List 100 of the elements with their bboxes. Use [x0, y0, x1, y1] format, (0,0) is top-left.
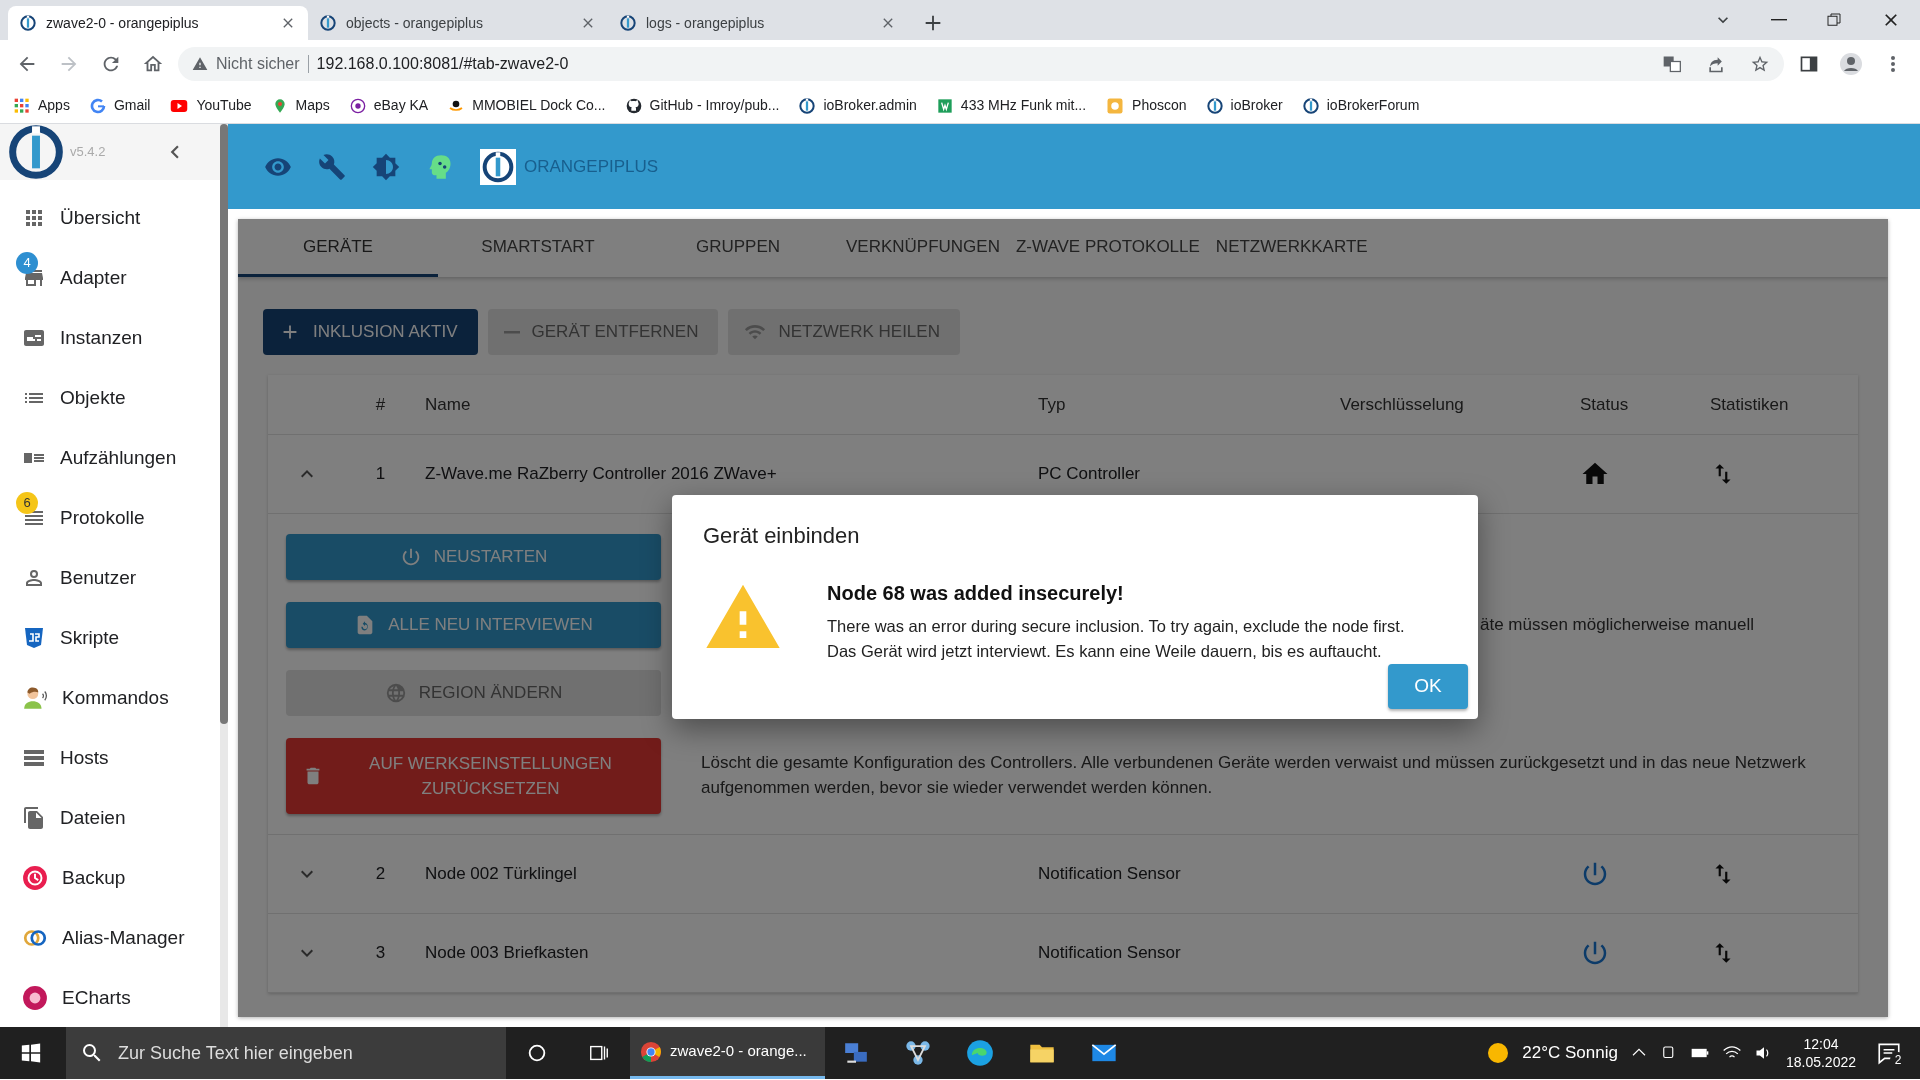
toolbar-button[interactable]: INKLUSION AKTIV [263, 309, 478, 355]
bookmark[interactable]: MMOBIEL Dock Co... [448, 95, 606, 116]
clock-time: 12:04 [1803, 1034, 1839, 1053]
restore-icon [1825, 11, 1843, 29]
windows-icon [21, 1043, 41, 1063]
sidebar-item[interactable]: 4 Adapter [0, 248, 220, 308]
translate-icon [1662, 54, 1682, 74]
person-figure-icon [22, 685, 48, 711]
table-cell-text: Node 003 Briefkasten [424, 942, 590, 965]
sidebar-item[interactable]: Backup [0, 848, 220, 908]
profile-icon [1839, 52, 1863, 76]
address-bar[interactable]: Nicht sicher 192.168.0.100:8081/#tab-zwave2-0 [178, 47, 1784, 81]
column-header: Status [1579, 393, 1630, 416]
logo-icon [320, 15, 336, 31]
table-cell-text: Notification Sensor [1037, 942, 1182, 965]
circle-icon [349, 97, 366, 114]
colored-arc-icon [89, 97, 106, 114]
tab[interactable]: GRUPPEN [638, 219, 838, 277]
sidebar-item[interactable]: Aufzählungen [0, 428, 220, 488]
dialog-heading: Node 68 was added insecurely! [827, 581, 1125, 606]
column-header: Verschlüsselung [1339, 393, 1465, 416]
browser-tab[interactable]: objects - orangepiplus [308, 6, 608, 40]
apps-grid-icon [14, 97, 30, 114]
sidebar-item[interactable]: Skripte [0, 608, 220, 668]
table-cell-text: PC Controller [1037, 463, 1142, 486]
wrench-icon [318, 152, 346, 181]
tab[interactable]: Z-WAVE PROTOKOLLE [1007, 219, 1208, 277]
browser-tab[interactable]: zwave2-0 - orangepiplus [8, 6, 308, 40]
swirl-icon [966, 1039, 994, 1067]
minus-icon [503, 330, 520, 334]
files-icon [22, 806, 46, 830]
column-header: Typ [1037, 393, 1067, 416]
column-header: # [374, 393, 387, 416]
brightness-icon [372, 152, 400, 181]
tab[interactable]: SMARTSTART [438, 219, 638, 277]
star-icon [1750, 54, 1770, 74]
bookmark[interactable]: Gmail [89, 95, 151, 116]
sidebar-item[interactable]: Hosts [0, 728, 220, 788]
bookmark[interactable]: YouTube [170, 95, 252, 116]
security-label: Nicht sicher [216, 54, 300, 74]
tab[interactable]: NETZWERKKARTE [1207, 219, 1376, 277]
sidebar-item[interactable]: Benutzer [0, 548, 220, 608]
sun-icon [1486, 1041, 1511, 1065]
tab[interactable]: GERÄTE [238, 219, 438, 277]
sidebar-item[interactable]: Alias-Manager [0, 908, 220, 968]
sidebar-item[interactable]: Übersicht [0, 188, 220, 248]
column-header: Statistiken [1709, 393, 1790, 416]
weather-text: 22°C Sonnig [1522, 1042, 1618, 1065]
sidebar-item[interactable]: 6 Protokolle [0, 488, 220, 548]
browser-logo-icon [640, 1040, 662, 1063]
description-text: äte müssen möglicherweise manuell [1480, 613, 1755, 636]
logo-icon [799, 97, 816, 114]
warning-icon [192, 56, 208, 72]
bookmark[interactable]: Maps [271, 95, 330, 116]
side-panel-icon [1799, 54, 1819, 74]
sidebar-item[interactable]: Kommandos [0, 668, 220, 728]
dialog-title: Gerät einbinden [703, 522, 861, 550]
search-field[interactable]: Zur Suche Text hier eingeben [66, 1027, 506, 1079]
description-text: Löscht die gesamte Konfiguration des Controllers. Alle verbundenen Geräte werden verwaist und müssen zurückgesetzt und in das neue Netzwerk aufgenommen werden, bevor sie wieder verwendet werden können. [701, 752, 1807, 799]
table-cell-text: 2 [374, 863, 387, 886]
browser-tab[interactable]: logs - orangepiplus [608, 6, 908, 40]
logo-icon [1206, 97, 1223, 114]
dialog-text: Das Gerät wird jetzt interviewt. Es kann eine Weile dauern, bis es auftaucht. [827, 640, 1383, 662]
table-cell-text: 1 [374, 463, 387, 486]
sidebar-item[interactable]: Objekte [0, 368, 220, 428]
globe-icon [384, 682, 407, 704]
shield-icon [22, 626, 46, 650]
tab[interactable]: VERKNÜPFUNGEN [838, 219, 1008, 277]
bookmark[interactable]: Phoscon [1106, 95, 1187, 116]
minimize-icon [1771, 19, 1787, 21]
logo-icon [1302, 97, 1319, 114]
bookmark[interactable]: ioBroker [1206, 95, 1283, 116]
scrollbar-thumb[interactable] [220, 124, 228, 724]
clock-icon [22, 865, 48, 891]
leaf-square-icon [936, 97, 953, 114]
taskbar-app[interactable]: zwave2-0 - orange... [630, 1027, 825, 1079]
column-header: Name [424, 393, 472, 416]
bookmark[interactable]: 433 MHz Funk mit... [936, 95, 1087, 116]
logo-icon [482, 150, 514, 183]
bookmark[interactable]: ioBrokerForum [1302, 95, 1420, 116]
sidebar-item[interactable]: Dateien [0, 788, 220, 848]
bookmark[interactable]: Apps [14, 95, 70, 116]
table-cell-text: 3 [374, 942, 387, 965]
dialog-text: There was an error during secure inclusion. To try again, exclude the node first. [827, 616, 1405, 637]
network-nodes-icon [904, 1039, 932, 1067]
bookmark[interactable]: eBay KA [349, 95, 429, 116]
sidebar-item[interactable]: ECharts [0, 968, 220, 1027]
table-cell-text: Node 002 Türklingel [424, 863, 578, 886]
count-badge: 6 [16, 492, 38, 514]
url-text: 192.168.0.100:8081/#tab-zwave2-0 [316, 54, 569, 74]
bookmark[interactable]: GitHub - Imroy/pub... [625, 95, 780, 116]
host-title: ORANGEPIPLUS [524, 155, 659, 178]
clock-date: 18.05.2022 [1785, 1053, 1856, 1072]
logo-icon [20, 15, 36, 31]
bulb-square-icon [1106, 96, 1125, 115]
sidebar-item[interactable]: Instanzen [0, 308, 220, 368]
bookmark[interactable]: ioBroker.admin [799, 95, 917, 116]
table-cell-text: Z-Wave.me RaZberry Controller 2016 ZWave+ [424, 463, 778, 486]
version-label: v5.4.2 [70, 143, 106, 162]
count-badge: 4 [16, 252, 38, 274]
